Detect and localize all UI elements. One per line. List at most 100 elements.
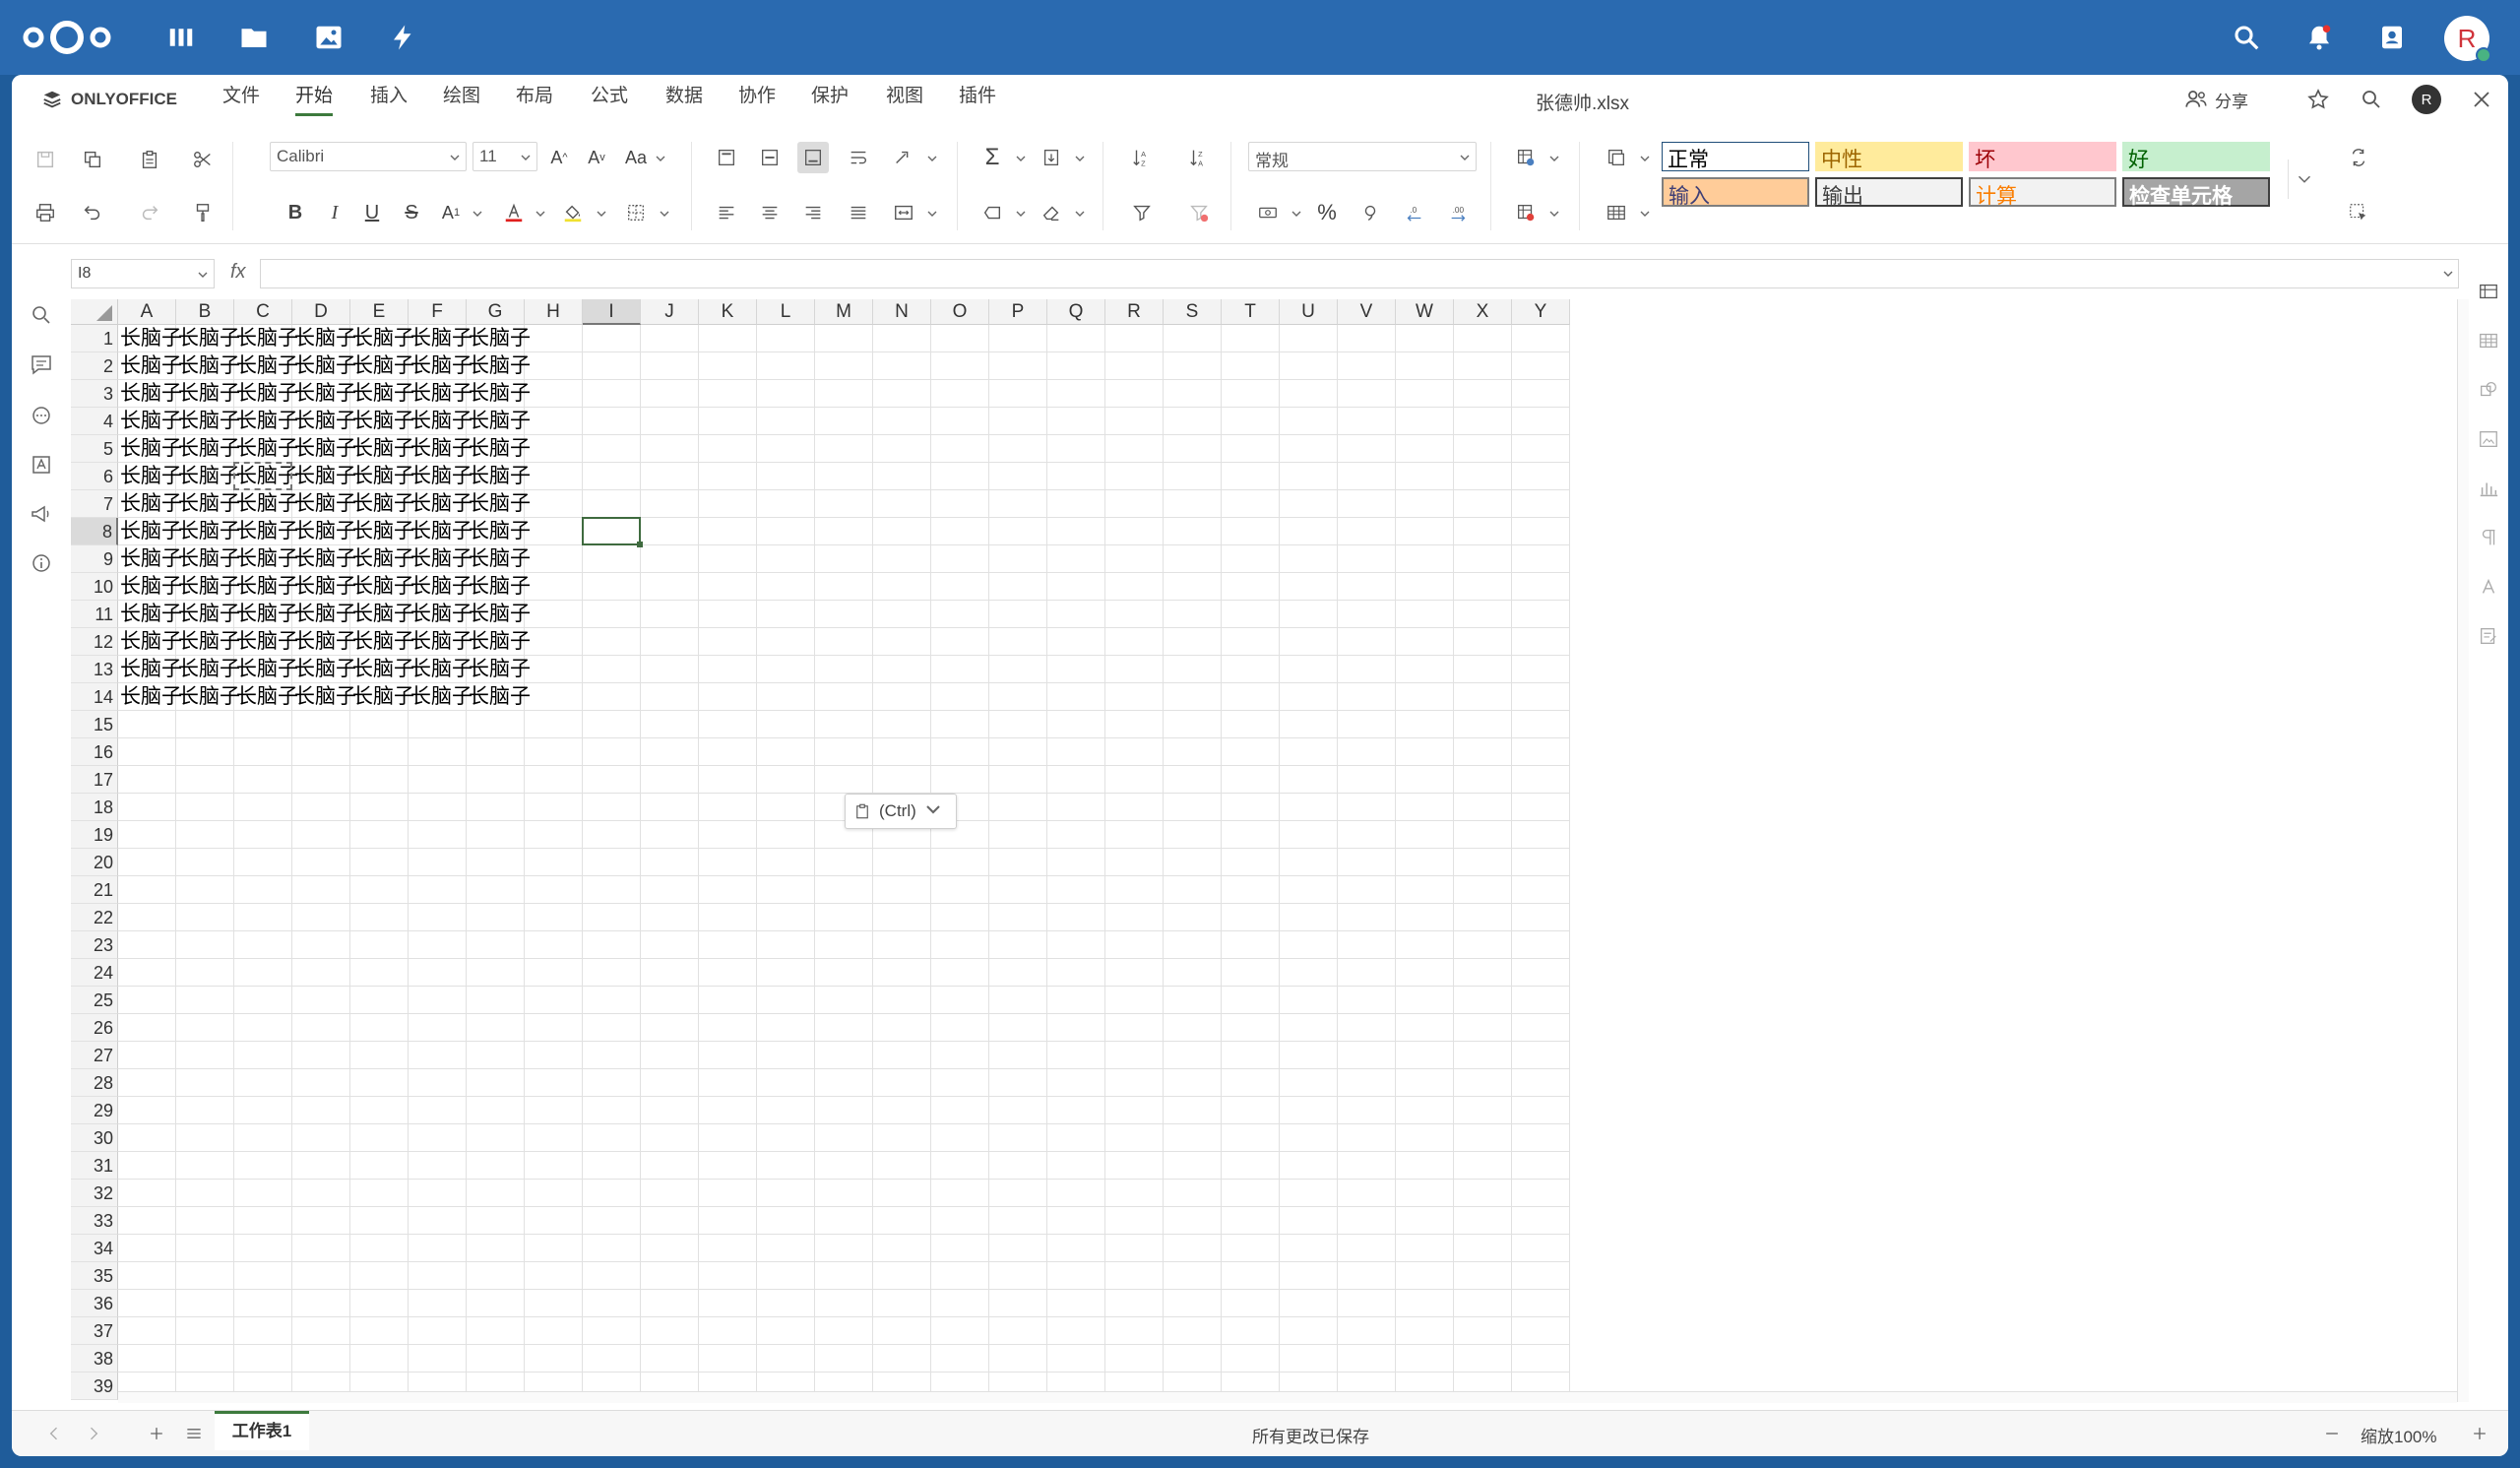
cell-c1[interactable]: 长脑子: [234, 325, 298, 352]
feedback-megaphone-icon[interactable]: [28, 500, 55, 528]
cell-c2[interactable]: 长脑子: [234, 352, 298, 380]
cell-b11[interactable]: 长脑子: [176, 601, 240, 628]
underline-icon[interactable]: U: [356, 197, 388, 228]
add-sheet-plus-icon[interactable]: [144, 1421, 169, 1446]
cell-g14[interactable]: 长脑子: [467, 683, 531, 711]
chevron-down-icon[interactable]: [1638, 152, 1652, 165]
column-header-q[interactable]: Q: [1047, 299, 1105, 325]
cell-d12[interactable]: 长脑子: [292, 628, 356, 656]
row-header-28[interactable]: 28: [71, 1069, 118, 1097]
search-icon[interactable]: [2357, 85, 2386, 114]
row-header-11[interactable]: 11: [71, 601, 118, 628]
cell-g12[interactable]: 长脑子: [467, 628, 531, 656]
column-header-m[interactable]: M: [815, 299, 873, 325]
row-header-1[interactable]: 1: [71, 325, 118, 352]
cell-d3[interactable]: 长脑子: [292, 380, 356, 408]
user-avatar[interactable]: R: [2444, 16, 2491, 63]
sheet-list-menu-icon[interactable]: [181, 1421, 207, 1446]
chevron-down-icon[interactable]: [1547, 152, 1561, 165]
column-header-n[interactable]: N: [873, 299, 931, 325]
cell-e10[interactable]: 长脑子: [350, 573, 414, 601]
cell-f6[interactable]: 长脑子: [409, 463, 472, 490]
spreadsheet-grid[interactable]: A B C D E F G H I J K L M N O P Q R S T U V W X Y 1 2 3 4 5 6 7 8 9 10 11 12…: [71, 299, 2457, 1402]
text-orientation-icon[interactable]: [888, 142, 919, 173]
number-format-combo[interactable]: 常规: [1248, 142, 1477, 171]
chevron-down-icon[interactable]: [1073, 152, 1087, 165]
row-header-2[interactable]: 2: [71, 352, 118, 380]
font-name-combo[interactable]: Calibri: [270, 142, 467, 171]
cell-g2[interactable]: 长脑子: [467, 352, 531, 380]
style-neutral[interactable]: 中性: [1815, 142, 1963, 171]
onlyoffice-logo[interactable]: ONLYOFFICE: [41, 89, 177, 110]
tab-collaborate[interactable]: 协作: [738, 85, 776, 116]
clear-eraser-icon[interactable]: [1036, 197, 1067, 228]
cell-d2[interactable]: 长脑子: [292, 352, 356, 380]
fill-down-icon[interactable]: [1036, 142, 1067, 173]
format-painter-icon[interactable]: [187, 197, 219, 228]
cell-e4[interactable]: 长脑子: [350, 408, 414, 435]
row-header-19[interactable]: 19: [71, 821, 118, 849]
row-header-32[interactable]: 32: [71, 1180, 118, 1207]
justify-icon[interactable]: [843, 197, 874, 228]
dashboard-icon[interactable]: [163, 20, 199, 55]
chevron-down-icon[interactable]: [595, 207, 608, 221]
photos-icon[interactable]: [311, 20, 346, 55]
cell-c11[interactable]: 长脑子: [234, 601, 298, 628]
row-header-4[interactable]: 4: [71, 408, 118, 435]
row-header-9[interactable]: 9: [71, 545, 118, 573]
cell-b14[interactable]: 长脑子: [176, 683, 240, 711]
row-header-33[interactable]: 33: [71, 1207, 118, 1235]
cell-a11[interactable]: 长脑子: [118, 601, 182, 628]
column-header-t[interactable]: T: [1222, 299, 1280, 325]
cell-g10[interactable]: 长脑子: [467, 573, 531, 601]
chevron-down-icon[interactable]: [1014, 207, 1028, 221]
cell-style-icon[interactable]: [976, 197, 1008, 228]
row-header-27[interactable]: 27: [71, 1042, 118, 1069]
style-calculation[interactable]: 计算: [1969, 177, 2116, 208]
cell-f2[interactable]: 长脑子: [409, 352, 472, 380]
row-header-39[interactable]: 39: [71, 1372, 118, 1400]
tab-data[interactable]: 数据: [665, 85, 703, 116]
tab-layout[interactable]: 布局: [516, 85, 553, 116]
delete-cells-icon[interactable]: [1510, 197, 1542, 228]
decrease-decimal-icon[interactable]: .0: [1398, 197, 1429, 228]
column-header-k[interactable]: K: [699, 299, 757, 325]
cell-g7[interactable]: 长脑子: [467, 490, 531, 518]
row-header-21[interactable]: 21: [71, 876, 118, 904]
zoom-out-minus-icon[interactable]: [2319, 1421, 2345, 1446]
cell-b6[interactable]: 长脑子: [176, 463, 240, 490]
cell-e9[interactable]: 长脑子: [350, 545, 414, 573]
cell-d5[interactable]: 长脑子: [292, 435, 356, 463]
column-header-y[interactable]: Y: [1512, 299, 1570, 325]
cell-f11[interactable]: 长脑子: [409, 601, 472, 628]
italic-icon[interactable]: I: [319, 197, 350, 228]
cell-d14[interactable]: 长脑子: [292, 683, 356, 711]
cell-c4[interactable]: 长脑子: [234, 408, 298, 435]
row-header-38[interactable]: 38: [71, 1345, 118, 1372]
activity-icon[interactable]: [386, 20, 421, 55]
spellcheck-icon[interactable]: [28, 451, 55, 479]
sort-descending-icon[interactable]: ZA: [1183, 142, 1215, 173]
sort-ascending-icon[interactable]: AZ: [1126, 142, 1158, 173]
cell-c9[interactable]: 长脑子: [234, 545, 298, 573]
cell-a9[interactable]: 长脑子: [118, 545, 182, 573]
close-icon[interactable]: [2467, 85, 2496, 114]
cell-b12[interactable]: 长脑子: [176, 628, 240, 656]
paragraph-settings-icon[interactable]: [2475, 524, 2502, 551]
increase-font-icon[interactable]: A ^: [543, 142, 575, 173]
row-header-18[interactable]: 18: [71, 794, 118, 821]
row-header-36[interactable]: 36: [71, 1290, 118, 1317]
row-header-13[interactable]: 13: [71, 656, 118, 683]
column-header-x[interactable]: X: [1454, 299, 1512, 325]
style-bad[interactable]: 坏: [1969, 142, 2116, 171]
cell-b2[interactable]: 长脑子: [176, 352, 240, 380]
row-header-6[interactable]: 6: [71, 463, 118, 490]
column-header-a[interactable]: A: [118, 299, 176, 325]
search-icon[interactable]: [2229, 20, 2264, 55]
cell-d7[interactable]: 长脑子: [292, 490, 356, 518]
column-header-r[interactable]: R: [1105, 299, 1164, 325]
cell-g6[interactable]: 长脑子: [467, 463, 531, 490]
column-header-e[interactable]: E: [350, 299, 409, 325]
chevron-down-icon[interactable]: [534, 207, 547, 221]
chevron-right-icon[interactable]: [81, 1421, 106, 1446]
